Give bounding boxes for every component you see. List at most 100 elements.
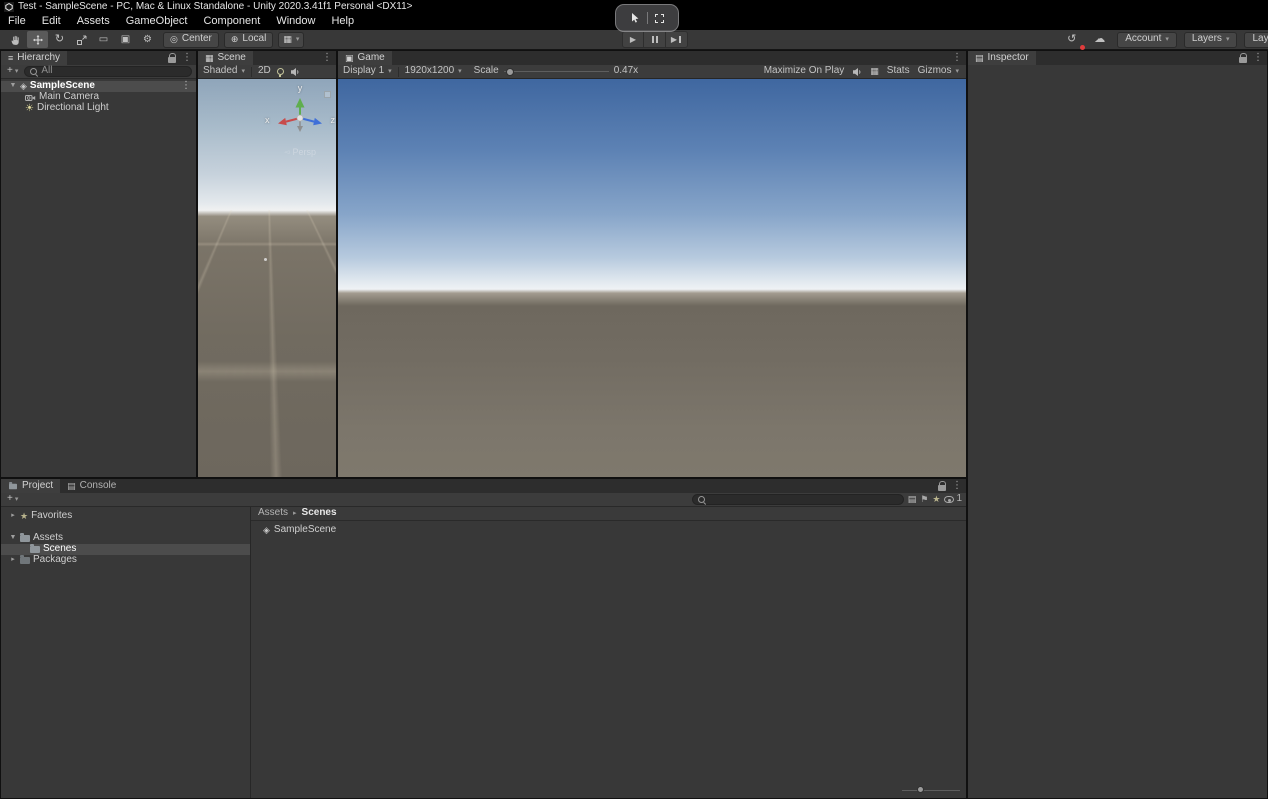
tab-inspector[interactable]: ▤ Inspector xyxy=(968,51,1036,65)
game-view-toolbar: Display 1 ▾ 1920x1200 ▾ Scale 0.47x Maxi… xyxy=(338,65,966,79)
scale-tool-button[interactable] xyxy=(71,31,92,48)
menu-window[interactable]: Window xyxy=(268,14,323,30)
scale-slider[interactable] xyxy=(504,67,609,77)
panel-menu-icon[interactable]: ⋮ xyxy=(1253,52,1263,65)
aspect-ratio-dropdown[interactable]: 1920x1200 ▾ xyxy=(405,65,462,78)
projection-toggle[interactable]: ◅ Persp xyxy=(268,147,332,158)
create-object-button[interactable]: + ▾ xyxy=(5,65,20,78)
expand-chevron-icon[interactable]: ▸ xyxy=(9,512,17,521)
icon-size-slider[interactable] xyxy=(902,786,960,794)
maximize-on-play-button[interactable]: Maximize On Play xyxy=(764,65,845,78)
assets-root-row[interactable]: ▼ Assets xyxy=(1,533,250,544)
panel-menu-icon[interactable]: ⋮ xyxy=(182,52,192,65)
axis-x-label[interactable]: x xyxy=(265,115,270,126)
shading-mode-dropdown[interactable]: Shaded ▾ xyxy=(203,65,245,78)
pause-icon xyxy=(652,36,654,43)
hierarchy-tab-icon: ≡ xyxy=(8,54,13,63)
search-by-label-icon[interactable]: ⚑ xyxy=(920,495,928,504)
project-console-panel: Project ▤ Console ⋮ + ▾ ▤ ⚑ ★ 1 ▸ xyxy=(0,478,967,799)
lock-icon[interactable] xyxy=(1239,57,1247,63)
step-icon: ▶ xyxy=(671,35,682,45)
tab-scene[interactable]: ▦ Scene xyxy=(198,51,253,65)
rotation-mode-button[interactable]: ⊕ Local xyxy=(224,32,273,48)
lock-icon[interactable] xyxy=(938,485,946,491)
tab-console[interactable]: ▤ Console xyxy=(60,479,123,493)
project-search-input[interactable] xyxy=(692,494,904,505)
stats-grid-icon[interactable]: ▦ xyxy=(870,67,879,76)
tab-hierarchy[interactable]: ≡ Hierarchy xyxy=(1,51,67,65)
menu-assets[interactable]: Assets xyxy=(69,14,118,30)
layers-dropdown[interactable]: Layers ▾ xyxy=(1184,32,1238,48)
display-dropdown[interactable]: Display 1 ▾ xyxy=(343,65,392,78)
menu-edit[interactable]: Edit xyxy=(34,14,69,30)
orientation-gizmo[interactable]: y x z ◅ Persp xyxy=(268,93,332,163)
search-icon xyxy=(698,496,706,504)
collapse-caret-icon[interactable]: ▼ xyxy=(9,534,17,543)
gizmos-dropdown[interactable]: Gizmos ▾ xyxy=(918,65,959,78)
menu-gameobject[interactable]: GameObject xyxy=(118,14,196,30)
hidden-packages-toggle[interactable]: 1 xyxy=(944,493,962,506)
main-toolbar: ↻ ▭ ▣ ⚙ ◎ Center ⊕ Local ▦ ▾ ▶ ▶ ↺ ☁ Acc… xyxy=(0,30,1268,50)
fullscreen-frame-icon[interactable] xyxy=(655,14,664,23)
custom-tool-button[interactable]: ⚙ xyxy=(137,31,158,48)
stats-button[interactable]: Stats xyxy=(887,65,910,78)
play-button[interactable]: ▶ xyxy=(622,31,644,48)
create-asset-button[interactable]: + ▾ xyxy=(5,493,20,506)
pivot-mode-button[interactable]: ◎ Center xyxy=(163,32,219,48)
mute-audio-icon[interactable] xyxy=(852,67,862,77)
save-search-icon[interactable]: ★ xyxy=(932,495,940,504)
hierarchy-search-input[interactable]: All xyxy=(24,66,192,77)
chevron-down-icon: ▾ xyxy=(15,496,19,503)
move-tool-button[interactable] xyxy=(27,31,48,48)
menu-help[interactable]: Help xyxy=(323,14,362,30)
collapse-caret-icon[interactable]: ▼ xyxy=(9,82,17,91)
console-tab-icon: ▤ xyxy=(67,482,76,491)
camera-icon xyxy=(25,94,36,102)
icon-size-slider-thumb[interactable] xyxy=(917,786,924,793)
game-viewport[interactable] xyxy=(338,79,966,477)
layout-dropdown[interactable]: Layout ▾ xyxy=(1244,32,1268,48)
tab-game[interactable]: ▣ Game xyxy=(338,51,392,65)
collab-icon: ↺ xyxy=(1067,34,1076,45)
step-button[interactable]: ▶ xyxy=(666,31,688,48)
expand-chevron-icon[interactable]: ▸ xyxy=(9,556,17,565)
panel-menu-icon[interactable]: ⋮ xyxy=(952,52,962,65)
packages-row[interactable]: ▸ Packages xyxy=(1,555,250,566)
axis-y-label[interactable]: y xyxy=(298,83,303,94)
scale-slider-thumb[interactable] xyxy=(506,68,514,76)
chevron-down-icon: ▾ xyxy=(296,36,300,43)
audio-toggle-icon[interactable] xyxy=(290,67,300,77)
lighting-toggle-icon[interactable] xyxy=(277,68,284,75)
lock-icon[interactable] xyxy=(168,57,176,63)
breadcrumb-assets[interactable]: Assets xyxy=(258,507,288,520)
account-dropdown[interactable]: Account ▾ xyxy=(1117,32,1177,48)
panel-menu-icon[interactable]: ⋮ xyxy=(322,52,332,65)
pause-button[interactable] xyxy=(644,31,666,48)
panel-menu-icon[interactable]: ⋮ xyxy=(952,480,962,493)
rotate-tool-button[interactable]: ↻ xyxy=(49,31,70,48)
asset-item-samplescene[interactable]: ◈ SampleScene xyxy=(251,524,966,537)
menu-file[interactable]: File xyxy=(0,14,34,30)
pointer-icon[interactable] xyxy=(630,12,640,24)
transform-tool-button[interactable]: ▣ xyxy=(115,31,136,48)
chevron-down-icon: ▾ xyxy=(1226,36,1230,43)
search-by-type-icon[interactable]: ▤ xyxy=(908,495,917,504)
grid-snap-button[interactable]: ▦ ▾ xyxy=(278,32,304,48)
capture-overlay-pill xyxy=(615,4,679,32)
breadcrumb-scenes[interactable]: Scenes xyxy=(302,507,337,520)
tab-project[interactable]: Project xyxy=(1,479,60,493)
cloud-button[interactable]: ☁ xyxy=(1089,31,1110,48)
axis-z-label[interactable]: z xyxy=(331,115,336,126)
collab-button[interactable]: ↺ xyxy=(1061,31,1082,48)
chevron-down-icon: ▾ xyxy=(458,68,462,75)
toggle-2d-button[interactable]: 2D xyxy=(258,65,271,78)
game-tabbar: ▣ Game ⋮ xyxy=(338,51,966,65)
rect-tool-button[interactable]: ▭ xyxy=(93,31,114,48)
hierarchy-row-directional-light[interactable]: ☀ Directional Light xyxy=(1,103,196,114)
favorites-row[interactable]: ▸ ★ Favorites xyxy=(1,511,250,522)
hand-tool-button[interactable] xyxy=(5,31,26,48)
menu-component[interactable]: Component xyxy=(195,14,268,30)
scene-viewport[interactable]: y x z ◅ Persp xyxy=(198,79,336,477)
rotation-mode-label: Local xyxy=(242,33,266,46)
row-menu-icon[interactable]: ⋮ xyxy=(181,80,191,93)
